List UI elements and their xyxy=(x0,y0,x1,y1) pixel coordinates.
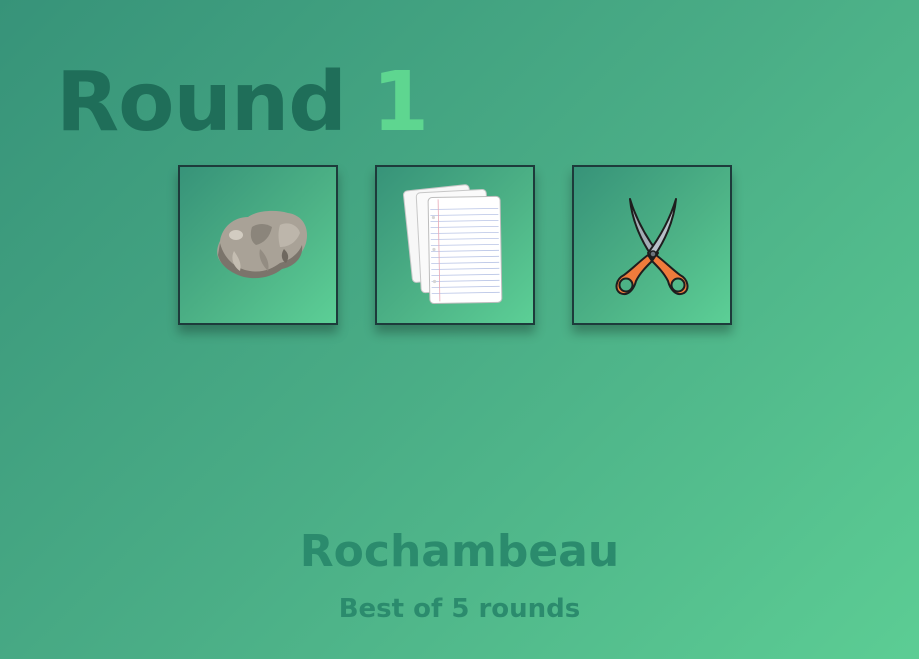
choice-row xyxy=(178,165,732,325)
rock-choice-button[interactable] xyxy=(178,165,338,325)
scissors-icon xyxy=(615,198,689,295)
game-subtitle: Best of 5 rounds xyxy=(338,594,581,624)
rock-icon xyxy=(217,210,308,279)
paper-icon xyxy=(403,184,503,304)
round-label: Round xyxy=(56,55,347,150)
round-heading: Round 1 xyxy=(56,55,429,150)
game-title: Rochambeau xyxy=(299,526,620,577)
scissors-choice-button[interactable] xyxy=(572,165,732,325)
round-number: 1 xyxy=(371,55,429,150)
paper-choice-button[interactable] xyxy=(375,165,535,325)
